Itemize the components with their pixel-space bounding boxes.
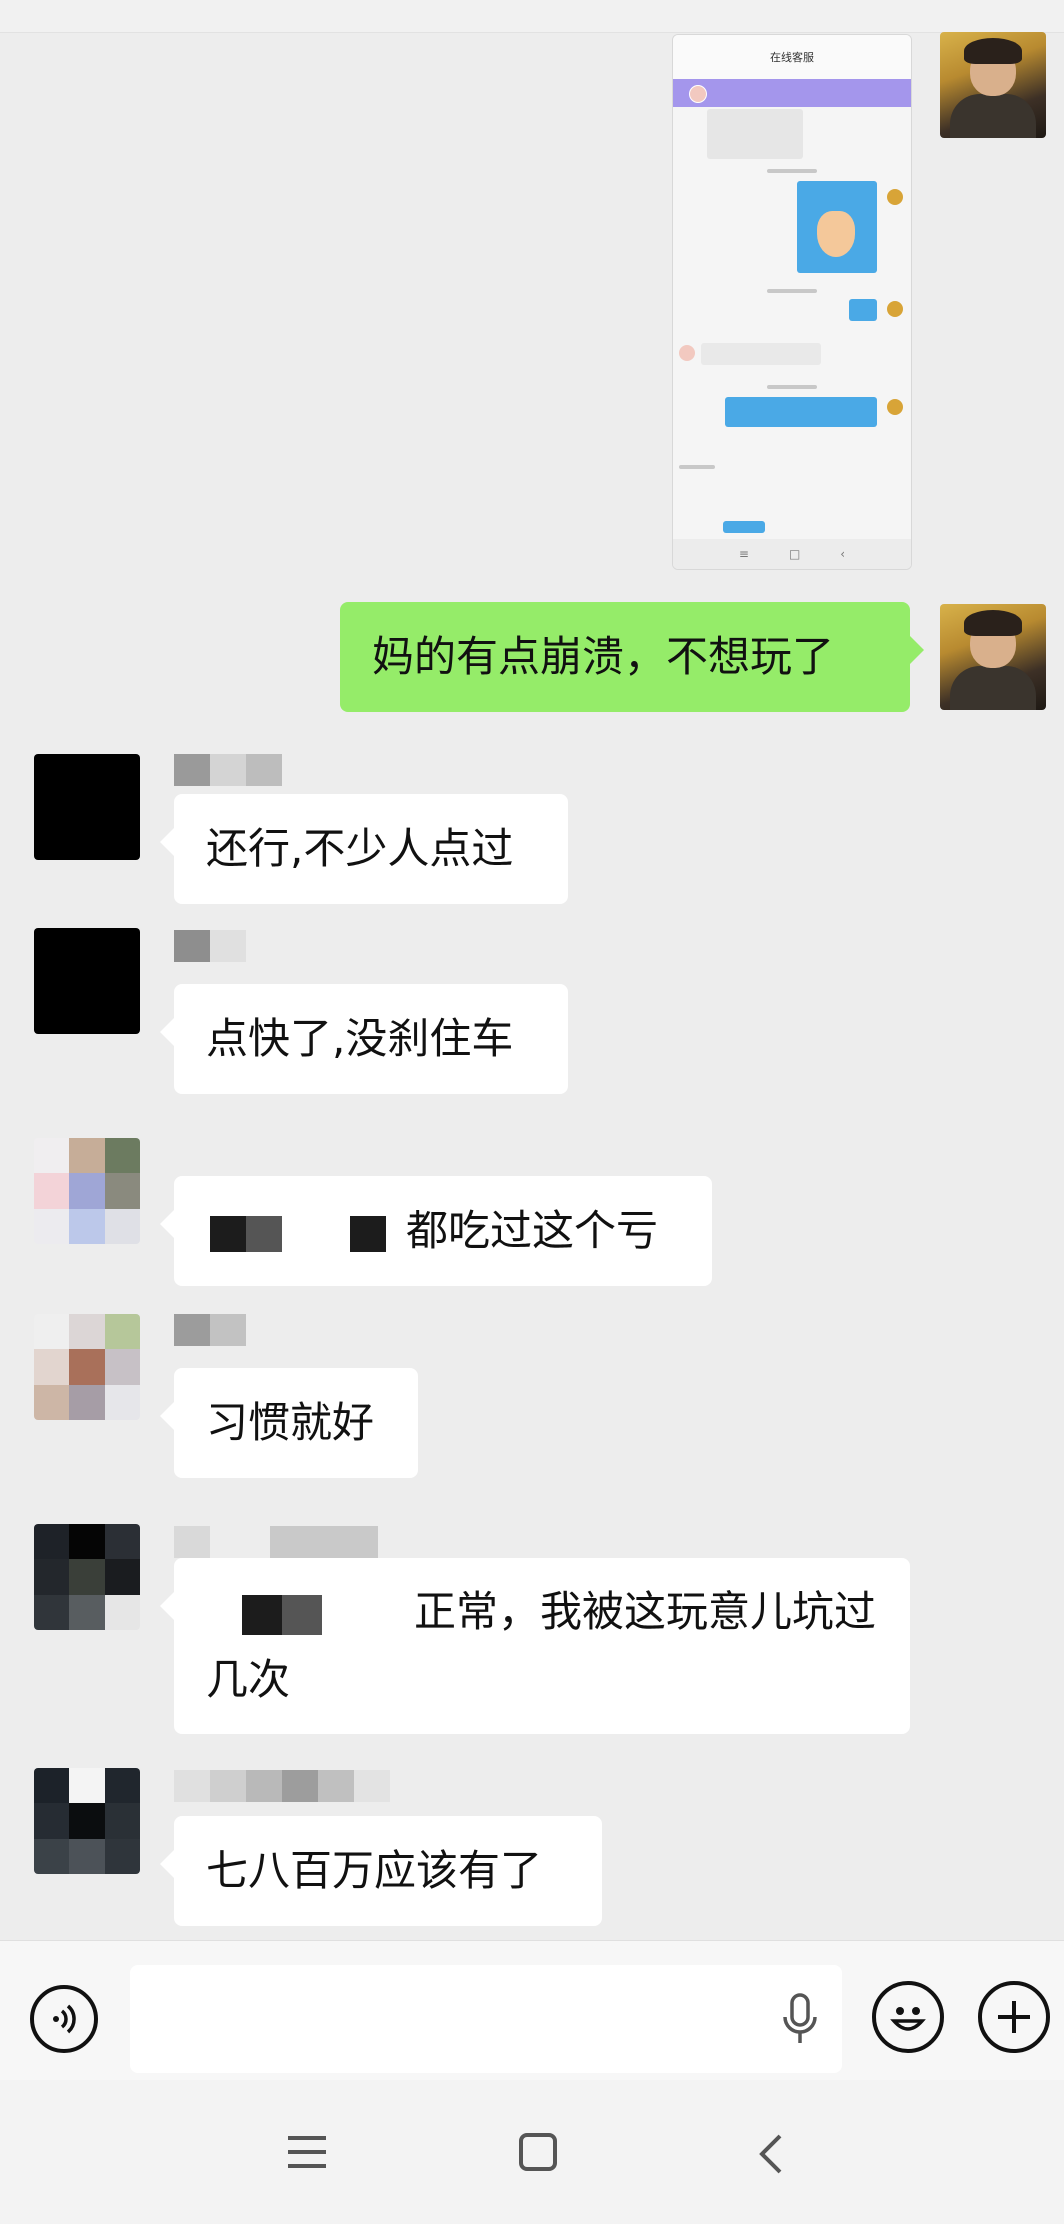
shot-text (679, 465, 715, 469)
emoji-button[interactable] (872, 1981, 944, 2053)
sender-avatar[interactable] (34, 1138, 140, 1244)
message-text: 点快了,没刹住车 (206, 1014, 514, 1063)
message-bubble[interactable]: 正常，我被这玩意儿坑过几次 (160, 1558, 910, 1734)
message-text: 妈的有点崩溃，不想玩了 (372, 632, 835, 681)
more-actions-button[interactable] (978, 1981, 1050, 2053)
shot-title: 在线客服 (673, 49, 911, 79)
shot-nav-bar: ≡ □ ‹ (673, 539, 911, 569)
message-input[interactable] (130, 1965, 842, 2073)
sender-name-redacted (174, 754, 282, 786)
message-text: 还行,不少人点过 (206, 824, 514, 873)
voice-toggle-icon (53, 2004, 76, 2034)
sender-name-redacted (174, 1314, 246, 1346)
status-area (0, 0, 1064, 33)
sender-name-redacted (174, 1770, 390, 1802)
shot-menu-icon: ≡ (738, 547, 749, 561)
home-square-icon[interactable] (518, 2132, 558, 2172)
message-text: 都吃过这个亏 (406, 1206, 659, 1255)
voice-toggle-button[interactable] (30, 1985, 98, 2053)
redacted-mention (350, 1215, 386, 1252)
system-nav-bar (0, 2080, 1064, 2224)
message-text: 七八百万应该有了 (206, 1846, 543, 1895)
message-bubble[interactable]: 点快了,没刹住车 (160, 984, 568, 1094)
shot-avatar-icon (679, 345, 695, 361)
sender-name-redacted (174, 1526, 378, 1558)
shot-self-avatar-icon (887, 399, 903, 415)
redacted-mention (210, 1215, 282, 1252)
message-bubble[interactable]: 还行,不少人点过 (160, 794, 568, 904)
shot-bubble (701, 343, 821, 365)
shot-time (767, 289, 817, 293)
message-bubble[interactable]: 习惯就好 (160, 1368, 418, 1478)
shot-home-icon: □ (788, 547, 801, 561)
pointing-hand-icon (817, 211, 855, 257)
chat-input-bar (0, 1940, 1064, 2081)
redacted-mention (242, 1594, 322, 1635)
plus-icon (998, 2001, 1030, 2033)
emoji-icon (890, 2007, 926, 2031)
sender-avatar[interactable] (34, 928, 140, 1034)
microphone-icon[interactable] (780, 1993, 820, 2045)
sender-name-redacted (174, 930, 246, 962)
message-bubble[interactable]: 七八百万应该有了 (160, 1816, 602, 1926)
sender-avatar[interactable] (34, 1524, 140, 1630)
shared-screenshot-image[interactable]: 在线客服 ≡ □ ‹ (672, 34, 912, 570)
shot-back-icon: ‹ (840, 547, 846, 561)
back-chevron-icon[interactable] (756, 2132, 786, 2176)
self-message-bubble[interactable]: 妈的有点崩溃，不想玩了 (340, 602, 924, 712)
shot-send-button (723, 521, 765, 533)
shot-bubble (849, 299, 877, 321)
shot-time (767, 385, 817, 389)
shot-self-avatar-icon (887, 189, 903, 205)
message-bubble[interactable]: 都吃过这个亏 (160, 1176, 712, 1286)
self-avatar[interactable] (940, 604, 1046, 710)
shot-bubble (707, 109, 803, 159)
sender-avatar[interactable] (34, 754, 140, 860)
shot-avatar-icon (689, 85, 707, 103)
self-avatar[interactable] (940, 32, 1046, 138)
sender-avatar[interactable] (34, 1768, 140, 1874)
menu-icon[interactable] (286, 2132, 328, 2172)
shot-status-bar (673, 35, 911, 49)
message-text: 习惯就好 (206, 1398, 375, 1447)
shot-self-avatar-icon (887, 301, 903, 317)
sender-avatar[interactable] (34, 1314, 140, 1420)
shot-bubble (725, 397, 877, 427)
shot-time (767, 169, 817, 173)
shot-header-band (673, 79, 911, 107)
shot-hand-image (797, 181, 877, 273)
